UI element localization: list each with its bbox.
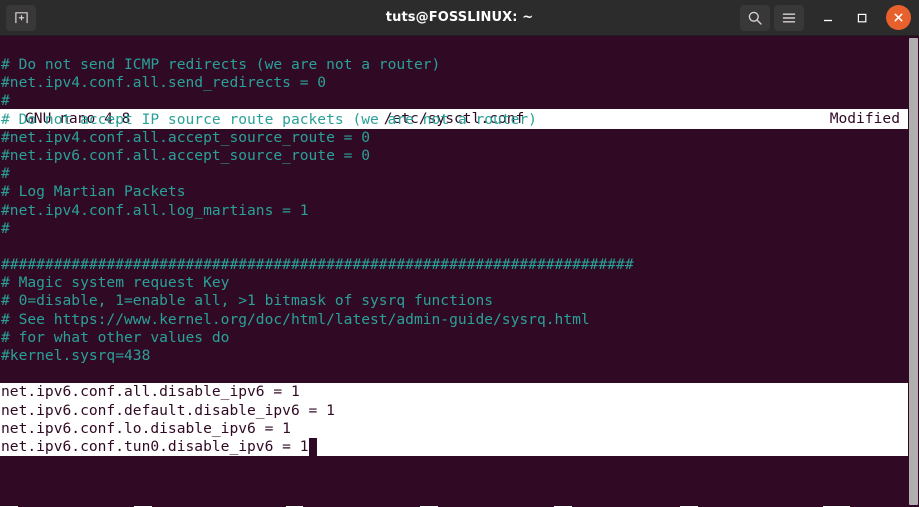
- editor-line[interactable]: #net.ipv4.conf.all.send_redirects = 0: [0, 74, 908, 92]
- editor-line[interactable]: #: [0, 220, 908, 238]
- editor-line-text: #net.ipv6.conf.all.accept_source_route =…: [1, 146, 371, 164]
- editor-line[interactable]: # Log Martian Packets: [0, 183, 908, 201]
- editor-line[interactable]: # for what other values do: [0, 329, 908, 347]
- editor-line-text: #: [1, 219, 10, 237]
- editor-line-text: #net.ipv4.conf.all.send_redirects = 0: [1, 74, 327, 92]
- editor-line-text: [1, 365, 10, 382]
- editor-line[interactable]: #kernel.sysrq=438: [0, 347, 908, 365]
- editor-line-text: #net.ipv4.conf.all.log_martians = 1: [1, 201, 309, 219]
- editor-line-text: [1, 238, 10, 255]
- close-icon: [892, 11, 905, 24]
- minimize-icon: [821, 11, 835, 25]
- editor-line-text: net.ipv6.conf.default.disable_ipv6 = 1: [1, 401, 335, 419]
- editor-line-text: # See https://www.kernel.org/doc/html/la…: [1, 310, 590, 328]
- nano-editor[interactable]: GNU nano 4.8 /etc/sysctl.conf Modified #…: [0, 36, 908, 507]
- scrollbar-thumb[interactable]: [909, 38, 918, 505]
- editor-line-text: #net.ipv4.conf.all.accept_source_route =…: [1, 128, 371, 146]
- editor-line-text: #: [1, 92, 10, 110]
- editor-line[interactable]: #: [0, 92, 908, 110]
- editor-line[interactable]: #: [0, 165, 908, 183]
- editor-line[interactable]: ########################################…: [0, 256, 908, 274]
- editor-line-selected[interactable]: net.ipv6.conf.all.disable_ipv6 = 1: [0, 383, 908, 402]
- editor-line-text: net.ipv6.conf.tun0.disable_ipv6 = 1: [1, 437, 309, 455]
- search-button[interactable]: [740, 4, 770, 31]
- editor-line[interactable]: # Do not accept IP source route packets …: [0, 111, 908, 129]
- terminal-viewport[interactable]: GNU nano 4.8 /etc/sysctl.conf Modified #…: [0, 36, 919, 507]
- hamburger-menu-icon: [781, 10, 797, 26]
- editor-line-text: # Do not accept IP source route packets …: [1, 110, 537, 128]
- titlebar-left-group: [6, 4, 40, 31]
- editor-line-selected[interactable]: net.ipv6.conf.tun0.disable_ipv6 = 1: [0, 437, 908, 457]
- maximize-icon: [855, 11, 869, 25]
- nano-shortcut-bar: ^G Get Help^O Write Out^W Where Is^K Cut…: [0, 470, 908, 507]
- editor-line-text: #kernel.sysrq=438: [1, 347, 151, 364]
- new-tab-button[interactable]: [6, 4, 36, 31]
- maximize-button[interactable]: [848, 5, 876, 31]
- editor-line-text: net.ipv6.conf.all.disable_ipv6 = 1: [1, 383, 300, 401]
- editor-line[interactable]: #net.ipv4.conf.all.log_martians = 1: [0, 202, 908, 220]
- editor-line[interactable]: #net.ipv6.conf.all.accept_source_route =…: [0, 147, 908, 165]
- editor-line-text: # for what other values do: [1, 328, 230, 346]
- editor-line[interactable]: # 0=disable, 1=enable all, >1 bitmask of…: [0, 292, 908, 310]
- editor-line[interactable]: [0, 365, 908, 383]
- terminal-scrollbar[interactable]: [908, 36, 919, 507]
- titlebar-right-group: [740, 4, 913, 31]
- editor-line[interactable]: #net.ipv4.conf.all.accept_source_route =…: [0, 129, 908, 147]
- nano-text-area[interactable]: # Do not send ICMP redirects (we are not…: [0, 56, 908, 470]
- editor-line[interactable]: # See https://www.kernel.org/doc/html/la…: [0, 311, 908, 329]
- terminal-window: tuts@FOSSLINUX: ~ GNU nano 4.8 /etc/sysc…: [0, 0, 919, 507]
- editor-line-text: net.ipv6.conf.lo.disable_ipv6 = 1: [1, 419, 291, 437]
- editor-line-text: ########################################…: [1, 256, 634, 274]
- search-icon: [747, 10, 763, 26]
- editor-line-text: # 0=disable, 1=enable all, >1 bitmask of…: [1, 292, 494, 310]
- close-button[interactable]: [886, 5, 911, 30]
- editor-line-text: # Do not send ICMP redirects (we are not…: [1, 56, 441, 73]
- editor-line-text: #: [1, 165, 10, 183]
- minimize-button[interactable]: [814, 5, 842, 31]
- window-titlebar: tuts@FOSSLINUX: ~: [0, 0, 919, 36]
- editor-line[interactable]: [0, 238, 908, 256]
- new-tab-icon: [14, 10, 29, 25]
- editor-line-text: # Magic system request Key: [1, 274, 230, 292]
- editor-line[interactable]: # Do not send ICMP redirects (we are not…: [0, 56, 908, 74]
- editor-line[interactable]: # Magic system request Key: [0, 274, 908, 292]
- editor-line-text: # Log Martian Packets: [1, 183, 186, 201]
- text-cursor: [308, 437, 317, 457]
- editor-line-selected[interactable]: net.ipv6.conf.lo.disable_ipv6 = 1: [0, 419, 908, 438]
- menu-button[interactable]: [774, 4, 804, 31]
- editor-line-selected[interactable]: net.ipv6.conf.default.disable_ipv6 = 1: [0, 401, 908, 420]
